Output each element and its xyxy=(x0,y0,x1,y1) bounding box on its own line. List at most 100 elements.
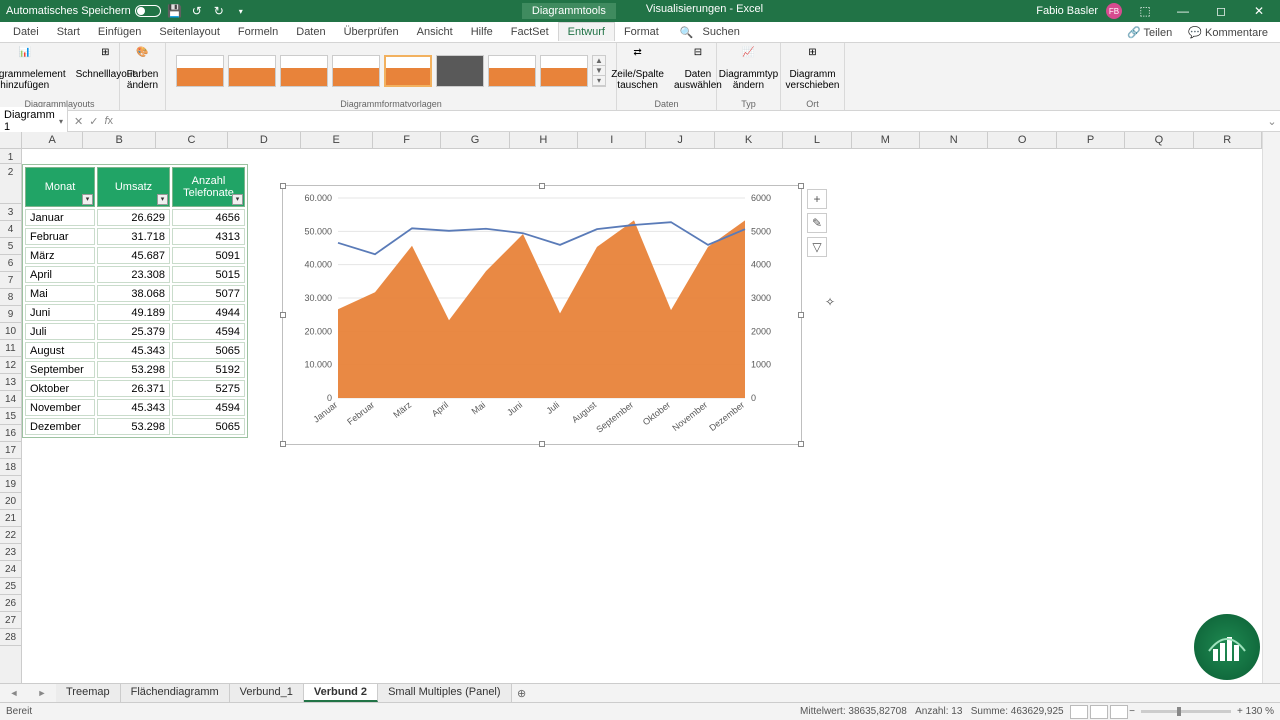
row-header[interactable]: 19 xyxy=(0,476,21,493)
row-header[interactable]: 12 xyxy=(0,357,21,374)
ribbon-tab-format[interactable]: Format xyxy=(615,23,668,41)
new-sheet-button[interactable]: ⊕ xyxy=(512,687,532,700)
search-icon[interactable]: 🔍 xyxy=(680,26,694,39)
data-table[interactable]: Monat▾Umsatz▾Anzahl Telefonate▾ Januar26… xyxy=(22,164,248,438)
row-headers[interactable]: 1234567891011121314151617181920212223242… xyxy=(0,149,22,683)
vertical-scrollbar[interactable] xyxy=(1262,132,1280,683)
row-header[interactable]: 7 xyxy=(0,272,21,289)
row-header[interactable]: 21 xyxy=(0,510,21,527)
search-label[interactable]: Suchen xyxy=(694,23,749,41)
ribbon-tab-hilfe[interactable]: Hilfe xyxy=(462,23,502,41)
switch-row-col-button[interactable]: ⇄Zeile/Spalte tauschen xyxy=(607,45,668,93)
table-cell[interactable]: 4594 xyxy=(172,399,245,416)
row-header[interactable]: 3 xyxy=(0,204,21,221)
share-button[interactable]: 🔗 Teilen xyxy=(1119,23,1180,42)
row-header[interactable]: 15 xyxy=(0,408,21,425)
table-row[interactable]: Januar26.6294656 xyxy=(25,209,245,226)
column-header[interactable]: H xyxy=(510,132,578,148)
table-cell[interactable]: 5015 xyxy=(172,266,245,283)
ribbon-tab-ansicht[interactable]: Ansicht xyxy=(408,23,462,41)
table-cell[interactable]: 45.687 xyxy=(97,247,170,264)
table-cell[interactable]: 38.068 xyxy=(97,285,170,302)
table-header[interactable]: Monat▾ xyxy=(25,167,95,207)
column-header[interactable]: N xyxy=(920,132,988,148)
ribbon-tab-überprüfen[interactable]: Überprüfen xyxy=(335,23,408,41)
table-cell[interactable]: Januar xyxy=(25,209,95,226)
table-cell[interactable]: September xyxy=(25,361,95,378)
ribbon-tab-entwurf[interactable]: Entwurf xyxy=(558,22,615,41)
row-header[interactable]: 10 xyxy=(0,323,21,340)
table-row[interactable]: November45.3434594 xyxy=(25,399,245,416)
column-header[interactable]: Q xyxy=(1125,132,1193,148)
view-page-break-button[interactable] xyxy=(1110,705,1128,719)
chart-style-thumb[interactable] xyxy=(488,55,536,87)
column-header[interactable]: J xyxy=(646,132,714,148)
row-header[interactable]: 25 xyxy=(0,578,21,595)
gallery-more-button[interactable]: ▲▼▾ xyxy=(592,55,606,87)
ribbon-tab-daten[interactable]: Daten xyxy=(287,23,334,41)
undo-icon[interactable]: ↺ xyxy=(189,3,205,19)
view-normal-button[interactable] xyxy=(1070,705,1088,719)
table-cell[interactable]: 4594 xyxy=(172,323,245,340)
chart-style-thumb[interactable] xyxy=(332,55,380,87)
row-header[interactable]: 14 xyxy=(0,391,21,408)
maximize-icon[interactable]: ◻ xyxy=(1206,4,1236,18)
zoom-slider[interactable] xyxy=(1141,710,1231,713)
table-cell[interactable]: 53.298 xyxy=(97,418,170,435)
table-cell[interactable]: November xyxy=(25,399,95,416)
cancel-formula-icon[interactable]: ✕ xyxy=(74,115,83,128)
chart-style-thumb[interactable] xyxy=(280,55,328,87)
table-cell[interactable]: 25.379 xyxy=(97,323,170,340)
row-header[interactable]: 18 xyxy=(0,459,21,476)
chart-elements-button[interactable]: + xyxy=(807,189,827,209)
chart-style-thumb[interactable] xyxy=(384,55,432,87)
ribbon-tab-datei[interactable]: Datei xyxy=(4,23,48,41)
table-cell[interactable]: 5091 xyxy=(172,247,245,264)
table-cell[interactable]: 26.371 xyxy=(97,380,170,397)
table-row[interactable]: Mai38.0685077 xyxy=(25,285,245,302)
expand-formula-bar-icon[interactable]: ⌄ xyxy=(1264,115,1280,128)
row-header[interactable]: 20 xyxy=(0,493,21,510)
filter-icon[interactable]: ▾ xyxy=(82,194,93,205)
table-cell[interactable]: August xyxy=(25,342,95,359)
table-cell[interactable]: Februar xyxy=(25,228,95,245)
table-row[interactable]: Februar31.7184313 xyxy=(25,228,245,245)
redo-icon[interactable]: ↻ xyxy=(211,3,227,19)
row-header[interactable]: 27 xyxy=(0,612,21,629)
row-header[interactable]: 17 xyxy=(0,442,21,459)
zoom-out-button[interactable]: − xyxy=(1129,706,1135,717)
column-header[interactable]: F xyxy=(373,132,441,148)
row-header[interactable]: 24 xyxy=(0,561,21,578)
change-chart-type-button[interactable]: 📈Diagrammtyp ändern xyxy=(715,45,782,93)
add-chart-element-button[interactable]: 📊Diagrammelement hinzufügen xyxy=(0,45,70,93)
change-colors-button[interactable]: 🎨Farben ändern xyxy=(123,45,163,93)
ribbon-options-icon[interactable]: ⬚ xyxy=(1130,4,1160,18)
column-header[interactable]: R xyxy=(1194,132,1262,148)
zoom-level[interactable]: 130 % xyxy=(1246,706,1274,717)
minimize-icon[interactable]: — xyxy=(1168,4,1198,18)
row-header[interactable]: 26 xyxy=(0,595,21,612)
qa-customize-icon[interactable]: ▾ xyxy=(233,3,249,19)
close-icon[interactable]: ✕ xyxy=(1244,4,1274,18)
row-header[interactable]: 6 xyxy=(0,255,21,272)
ribbon-tab-start[interactable]: Start xyxy=(48,23,89,41)
table-cell[interactable]: Oktober xyxy=(25,380,95,397)
table-cell[interactable]: 53.298 xyxy=(97,361,170,378)
column-header[interactable]: D xyxy=(228,132,300,148)
row-header[interactable]: 4 xyxy=(0,221,21,238)
table-row[interactable]: September53.2985192 xyxy=(25,361,245,378)
table-row[interactable]: April23.3085015 xyxy=(25,266,245,283)
table-cell[interactable]: Mai xyxy=(25,285,95,302)
comments-button[interactable]: 💬 Kommentare xyxy=(1180,23,1276,42)
ribbon-tab-formeln[interactable]: Formeln xyxy=(229,23,287,41)
chart-style-thumb[interactable] xyxy=(228,55,276,87)
column-header[interactable]: E xyxy=(301,132,373,148)
sheet-tab[interactable]: Flächendiagramm xyxy=(121,684,230,702)
chart-tools-tab[interactable]: Diagrammtools xyxy=(522,3,616,19)
table-cell[interactable]: 4313 xyxy=(172,228,245,245)
sheet-tab[interactable]: Small Multiples (Panel) xyxy=(378,684,511,702)
table-cell[interactable]: 45.343 xyxy=(97,342,170,359)
column-header[interactable]: P xyxy=(1057,132,1125,148)
ribbon-tab-seitenlayout[interactable]: Seitenlayout xyxy=(150,23,229,41)
row-header[interactable]: 13 xyxy=(0,374,21,391)
